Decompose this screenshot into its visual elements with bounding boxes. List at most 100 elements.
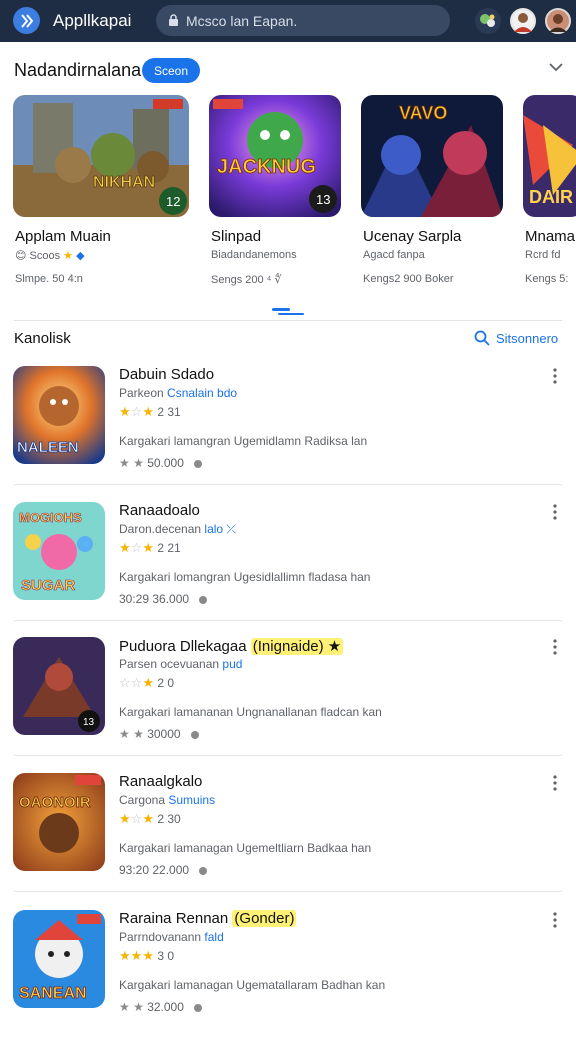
search-link[interactable]: Sitsonnero (474, 330, 558, 346)
star-empty-icon: ☆ (130, 675, 143, 690)
game-icon: NALEEN (13, 366, 105, 464)
divider (14, 620, 562, 621)
star-icon: ★ (142, 811, 154, 826)
more-options-icon[interactable] (549, 366, 561, 386)
search-icon (474, 330, 490, 346)
app-description: Kargakari lomangran Ugesidlallimn fladas… (119, 570, 371, 584)
more-options-icon[interactable] (549, 910, 561, 930)
app-logo-icon[interactable] (13, 7, 40, 34)
name-badge: (Inignaide) ★ (250, 638, 344, 655)
list-item[interactable]: SANEAN Raraina Rennan (Gonder) Parrndova… (0, 910, 576, 1038)
svg-text:NIKHAN: NIKHAN (93, 174, 155, 191)
card-title: Ucenay Sarpla (363, 228, 462, 245)
card-subtitle: Agacd fanpa (363, 249, 425, 261)
rating-value: 2 31 (157, 405, 181, 419)
app-name: Ranaadoalo (119, 502, 200, 519)
game-icon: MOGIOHS SUGAR (13, 502, 105, 600)
card-meta: Kengs2 900 Boker (363, 273, 454, 285)
star-icon: ★ (142, 948, 154, 963)
section-title: Nadandirnalana (14, 60, 142, 80)
rating-value: 2 0 (157, 676, 174, 690)
rating-value: 2 30 (157, 812, 181, 826)
app-name: Raraina Rennan (119, 910, 233, 927)
game-artwork: DAIR (523, 95, 576, 217)
svg-text:JACKNUG: JACKNUG (217, 156, 316, 178)
rating-value: 2 21 (157, 541, 181, 555)
section-chip-button[interactable]: Sceon (142, 58, 200, 83)
list-item[interactable]: OAONOIR Ranaalgkalo Cargona Sumuins ★☆★ … (0, 773, 576, 901)
status-dot (190, 730, 199, 739)
more-options-icon[interactable] (549, 773, 561, 793)
card-title: Slinpad (211, 228, 262, 245)
game-artwork: VAVO (361, 95, 503, 217)
game-artwork: NIKHAN 12 (13, 95, 189, 217)
app-name: Puduora Dllekagaa (119, 638, 251, 655)
card-meta: Slmpe. 50 4:n (15, 273, 83, 285)
search-input[interactable] (186, 5, 436, 36)
developer-link[interactable]: lalo ⤫ (204, 522, 236, 536)
card-title: Applam Muain (15, 228, 111, 245)
star-icon: ★ (142, 404, 154, 419)
developer-name: Daron.decenan (119, 522, 205, 536)
svg-text:DAIR: DAIR (529, 187, 573, 207)
svg-text:NALEEN: NALEEN (17, 439, 79, 456)
developer-link[interactable]: Sumuins (168, 793, 215, 807)
developer-name: Parsen ocevuanan (119, 657, 223, 671)
download-count: 30000 (147, 727, 181, 741)
star-icon: ★ ★ (119, 1000, 144, 1014)
star-icon: ★ (142, 675, 154, 690)
avatar[interactable] (510, 8, 536, 34)
star-icon: ★ ★ (119, 727, 144, 741)
game-icon: 13 (13, 637, 105, 735)
game-icon: OAONOIR (13, 773, 105, 871)
status-dot (193, 1003, 202, 1012)
list-item[interactable]: MOGIOHS SUGAR Ranaadoalo Daron.decenan l… (0, 502, 576, 630)
download-count: 30:29 36.000 (119, 592, 190, 606)
download-count: 50.000 (147, 456, 184, 470)
svg-text:SUGAR: SUGAR (21, 577, 75, 594)
developer-name: Cargona (119, 793, 169, 807)
developer-link[interactable]: fald (204, 930, 223, 944)
game-icon: SANEAN (13, 910, 105, 1008)
svg-text:OAONOIR: OAONOIR (19, 794, 91, 811)
avatar[interactable] (545, 8, 571, 34)
card-badge: 12 (166, 194, 180, 209)
star-icon: ★ (130, 948, 143, 963)
developer-link[interactable]: pud (222, 657, 242, 671)
download-count: 32.000 (147, 1000, 184, 1014)
developer-name: Parrndovanann (119, 930, 205, 944)
chevron-down-icon[interactable] (549, 62, 563, 72)
rating: ★☆★ 2 21 (119, 540, 181, 556)
more-options-icon[interactable] (549, 502, 561, 522)
divider (14, 484, 562, 485)
status-dot (199, 595, 208, 604)
rating-value: 3 0 (157, 949, 174, 963)
svg-text:VAVO: VAVO (399, 103, 447, 123)
star-icon: ★ (119, 540, 131, 555)
app-description: Kargakari lamangran Ugemidlamn Radiksa l… (119, 434, 368, 448)
app-description: Kargakari lamanagan Ugemeltliarn Badkaa … (119, 841, 372, 855)
svg-text:MOGIOHS: MOGIOHS (19, 510, 82, 525)
divider (14, 755, 562, 756)
more-options-icon[interactable] (549, 637, 561, 657)
app-title: Appllkapai (53, 11, 132, 30)
star-empty-icon: ☆ (130, 811, 143, 826)
card-title: Mnama (525, 228, 576, 245)
list-item[interactable]: 13 Puduora Dllekagaa (Inignaide) ★ Parse… (0, 637, 576, 765)
app-description: Kargakari lamananan Ungnanallanan fladca… (119, 705, 382, 719)
star-icon: ★ (63, 250, 74, 262)
section-title: Kanolisk (14, 330, 71, 347)
carousel-scroll-indicator (272, 308, 304, 315)
search-bar[interactable] (156, 5, 450, 36)
star-icon: ★ (119, 404, 131, 419)
lock-icon (169, 14, 178, 26)
developer-link[interactable]: Csnalain bdo (167, 386, 237, 400)
list-item[interactable]: NALEEN Dabuin Sdado Parkeon Csnalain bdo… (0, 366, 576, 494)
game-icon[interactable] (475, 8, 501, 34)
status-dot (199, 866, 208, 875)
app-description: Kargakari lamanagan Ugematallaram Badhan… (119, 978, 386, 992)
game-artwork: JACKNUG 13 (209, 95, 341, 217)
card-badge: 13 (316, 192, 330, 207)
card-subtitle: Scoos (29, 250, 61, 262)
divider (14, 320, 562, 321)
